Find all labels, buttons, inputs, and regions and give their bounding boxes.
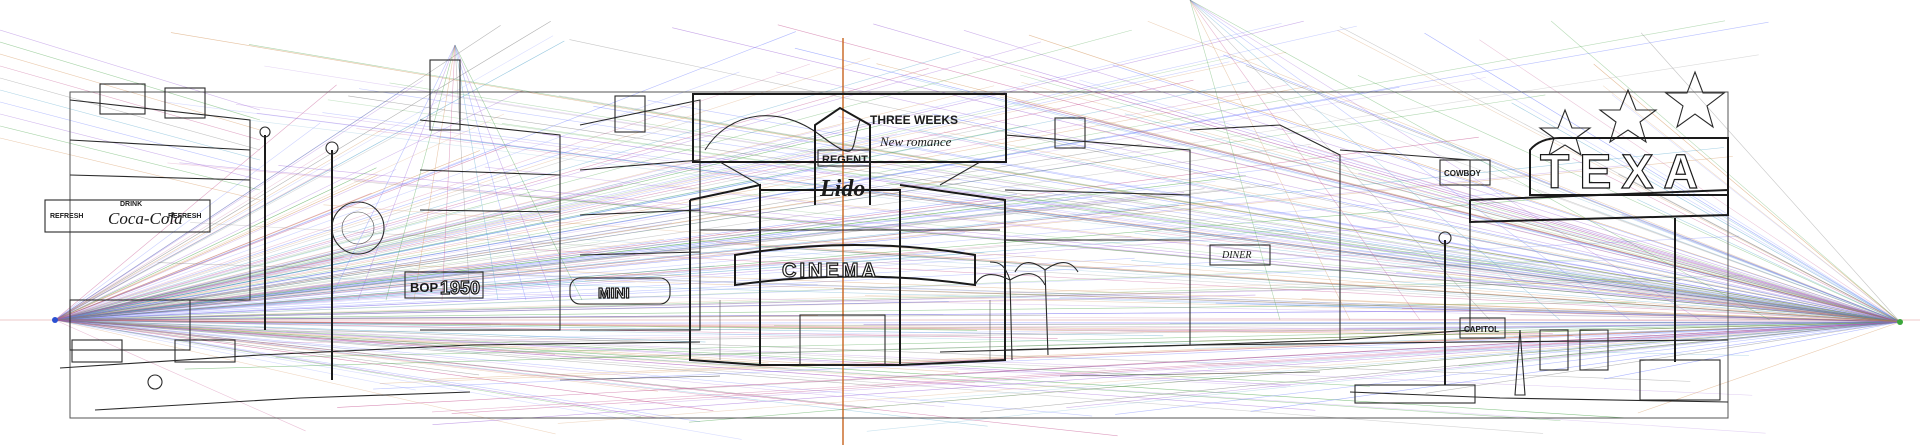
mini-label-left: MINI <box>598 285 630 302</box>
billboard-title: THREE WEEKS <box>870 113 958 127</box>
diner-label: DINER <box>1221 250 1251 261</box>
vanishing-point-left <box>52 317 58 323</box>
drink-label: DRINK <box>120 201 142 208</box>
capitol-label: CAPITOL <box>1464 325 1499 334</box>
cinema-label: CINEMA <box>782 260 879 282</box>
vanishing-point-right <box>1897 319 1903 325</box>
cowboy-label: COWBOY <box>1444 169 1482 178</box>
perspective-drawing-canvas: Coca-Cola DRINK REFRESH REFRESH BOP 1950… <box>0 0 1920 448</box>
regent-label: REGENT <box>822 154 868 166</box>
billboard-subtitle: New romance <box>879 134 952 149</box>
refresh-left-label: REFRESH <box>50 213 83 220</box>
refresh-right-label: REFRESH <box>168 213 201 220</box>
year-1950-label: 1950 <box>440 278 480 298</box>
bop-label: BOP <box>410 280 439 295</box>
